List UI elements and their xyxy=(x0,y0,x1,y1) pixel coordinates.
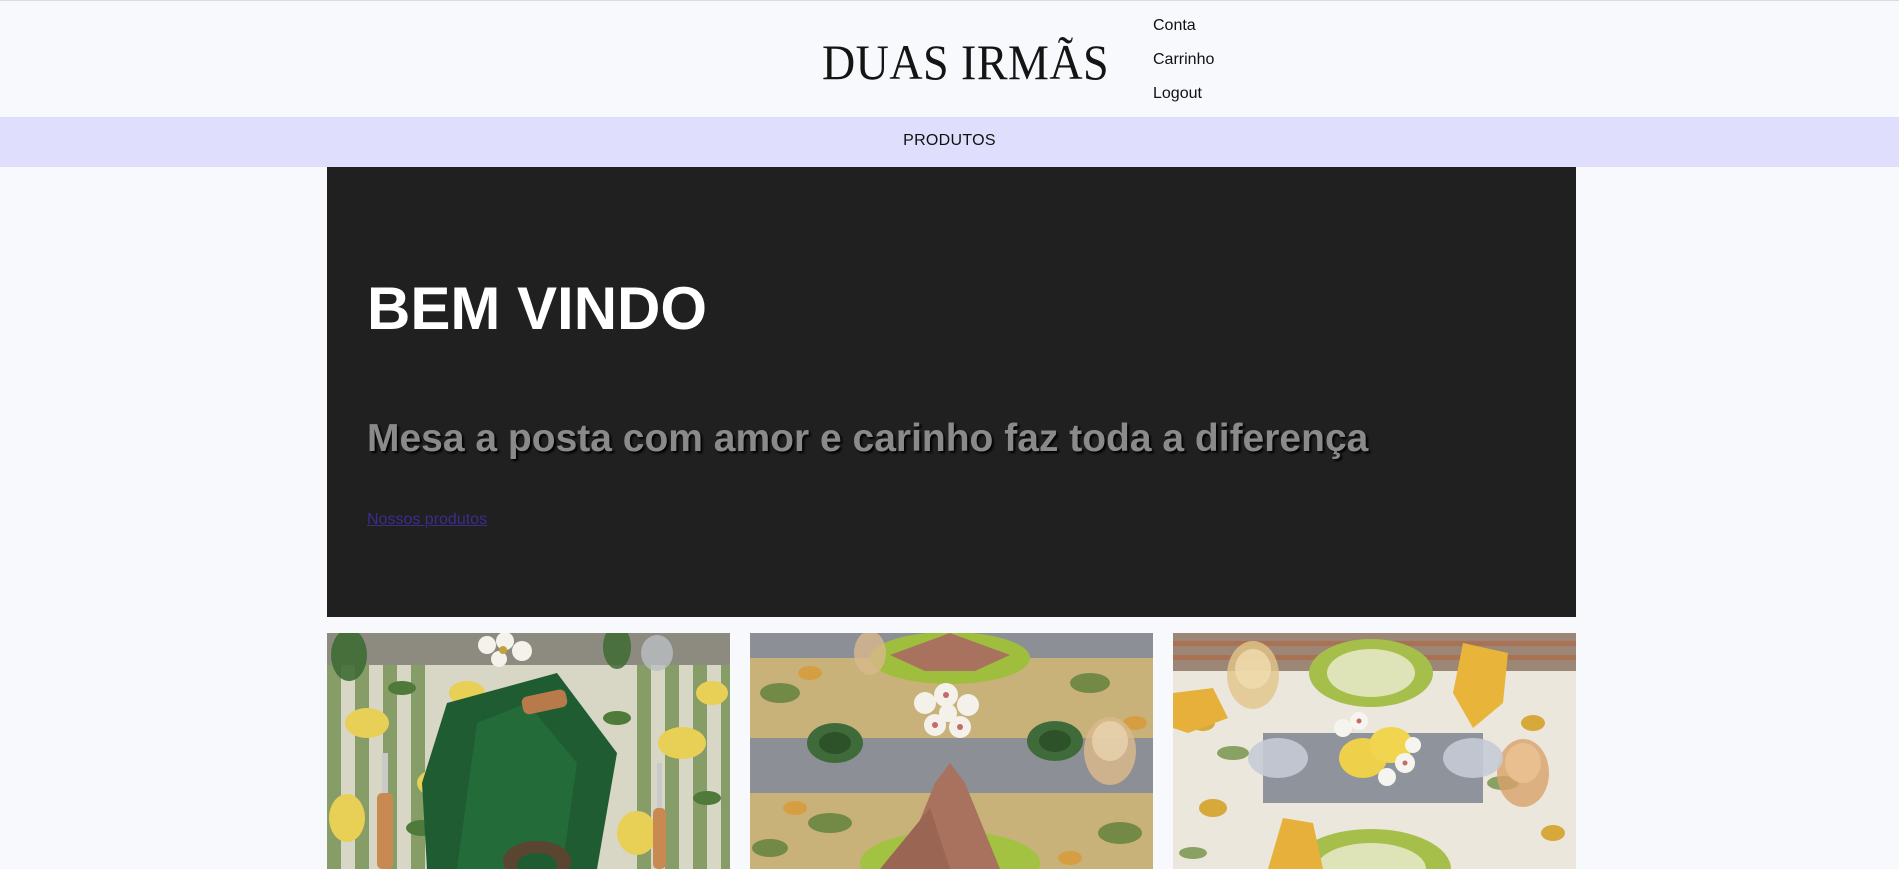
account-link[interactable]: Conta xyxy=(1153,15,1214,49)
nav-link-products[interactable]: PRODUTOS xyxy=(0,132,1899,150)
products-link[interactable]: Nossos produtos xyxy=(367,511,487,529)
table-setting-pink-napkins-photo[interactable] xyxy=(750,633,1153,869)
table-setting-yellow-napkins-photo[interactable] xyxy=(1173,633,1576,869)
cart-link[interactable]: Carrinho xyxy=(1153,49,1214,83)
hero-subtitle: Mesa a posta com amor e carinho faz toda… xyxy=(367,417,1369,460)
account-menu: Conta Carrinho Logout xyxy=(1153,15,1214,117)
hero-banner: BEM VINDO Mesa a posta com amor e carinh… xyxy=(327,167,1576,617)
brand-logo[interactable]: DUAS IRMÃS xyxy=(822,32,1109,92)
table-setting-green-napkin-photo[interactable] xyxy=(327,633,730,869)
hero-title: BEM VINDO xyxy=(367,275,708,342)
site-header: DUAS IRMÃS Conta Carrinho Logout xyxy=(0,1,1899,117)
main-navbar: PRODUTOS xyxy=(0,117,1899,167)
product-gallery xyxy=(327,633,1576,869)
logout-link[interactable]: Logout xyxy=(1153,83,1214,117)
